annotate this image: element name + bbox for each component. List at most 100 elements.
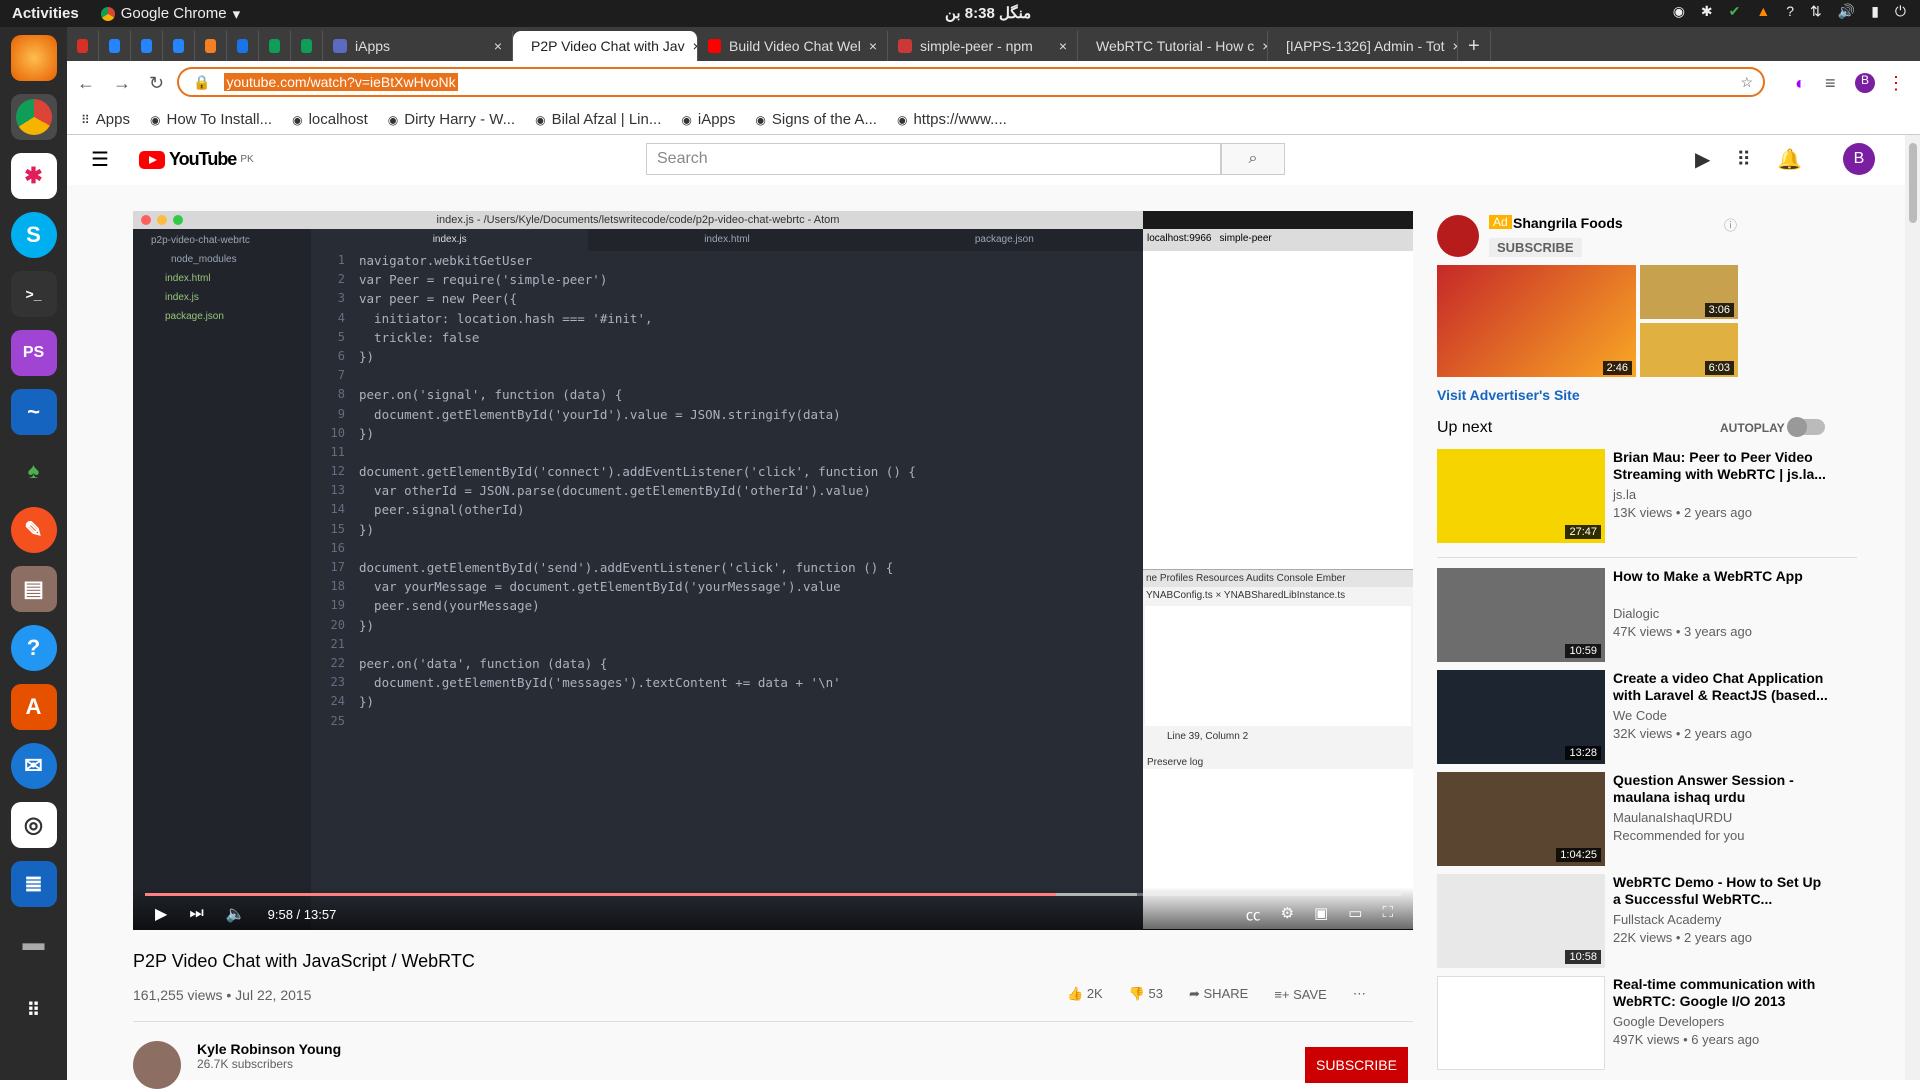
apps-grid-icon[interactable]: ⠿	[11, 987, 57, 1033]
share-button[interactable]: ➦ SHARE	[1189, 986, 1248, 1002]
tab-7[interactable]	[291, 31, 323, 61]
chrome-dock-icon[interactable]	[10, 94, 57, 140]
files-icon[interactable]: ▤	[10, 566, 57, 612]
next-icon[interactable]: ⏭	[189, 905, 203, 923]
visit-advertiser-link[interactable]: Visit Advertiser's Site	[1437, 387, 1580, 403]
channel-name[interactable]: Kyle Robinson Young	[197, 1041, 341, 1057]
rec-channel[interactable]: Dialogic	[1613, 606, 1833, 621]
activities-button[interactable]: Activities	[12, 5, 79, 22]
bookmark-item[interactable]: ◉ Signs of the A...	[755, 111, 877, 128]
hamburger-icon[interactable]: ☰	[91, 147, 109, 172]
ad-thumbnail-2[interactable]: 3:06	[1640, 265, 1738, 319]
rec-item[interactable]: 27:47 Brian Mau: Peer to Peer Video Strea…	[1437, 449, 1857, 551]
help-dock-icon[interactable]: ?	[10, 625, 57, 671]
settings-icon[interactable]: ⚙	[1281, 904, 1294, 925]
rec-thumbnail[interactable]: 13:28	[1437, 670, 1605, 764]
rec-channel[interactable]: js.la	[1613, 487, 1833, 502]
software-center-icon[interactable]: A	[10, 684, 57, 730]
play-icon[interactable]: ▶	[155, 904, 167, 924]
new-tab-icon[interactable]: +	[1458, 31, 1491, 61]
tab-6[interactable]	[259, 31, 291, 61]
rec-title[interactable]: WebRTC Demo - How to Set Up a Successful…	[1613, 874, 1828, 908]
search-button[interactable]: ⌕	[1221, 143, 1285, 175]
robomongo-icon[interactable]: ♠	[11, 448, 57, 494]
advertiser-logo[interactable]	[1437, 215, 1479, 257]
forward-icon[interactable]: →	[113, 73, 131, 94]
app-menu[interactable]: Google Chrome ▾	[100, 5, 240, 23]
url-text[interactable]: youtube.com/watch?v=ieBtXwHvoNk	[224, 73, 458, 91]
info-icon[interactable]: ⓘ	[1724, 215, 1737, 234]
close-icon[interactable]: ×	[494, 38, 502, 54]
avatar[interactable]: B	[1843, 143, 1875, 175]
rec-thumbnail[interactable]	[1437, 976, 1605, 1070]
tab-13[interactable]: [IAPPS-1326] Admin - Tot×	[1268, 31, 1458, 61]
vlc-icon[interactable]: ▲	[1756, 3, 1770, 20]
theater-icon[interactable]: ▭	[1348, 904, 1362, 925]
more-icon[interactable]: ⋯	[1353, 986, 1366, 1002]
subscribe-button[interactable]: SUBSCRIBE	[1305, 1047, 1408, 1083]
rec-item[interactable]: 10:58 WebRTC Demo - How to Set Up a Succe…	[1437, 874, 1857, 976]
tab-2[interactable]	[131, 31, 163, 61]
bell-icon[interactable]: 🔔	[1777, 147, 1802, 172]
tab-5[interactable]	[227, 31, 259, 61]
wireshark-icon[interactable]: ~	[10, 389, 57, 435]
check-icon[interactable]: ✔	[1729, 3, 1741, 20]
create-video-icon[interactable]: ▶	[1695, 147, 1710, 172]
rec-title[interactable]: Question Answer Session - maulana ishaq …	[1613, 772, 1828, 806]
rec-item[interactable]: 1:04:25 Question Answer Session - maulana…	[1437, 772, 1857, 874]
tab-3[interactable]	[163, 31, 195, 61]
star-icon[interactable]: ☆	[1740, 74, 1753, 91]
ad-subscribe-button[interactable]: SUBSCRIBE	[1489, 238, 1582, 257]
rec-thumbnail[interactable]: 10:59	[1437, 568, 1605, 662]
apps-icon[interactable]: ⠿	[1736, 147, 1751, 172]
save-button[interactable]: ≡+ SAVE	[1274, 987, 1327, 1002]
help-icon[interactable]: ?	[1786, 3, 1794, 20]
autoplay-toggle[interactable]	[1787, 417, 1825, 437]
slack-icon[interactable]: ✱	[10, 153, 57, 199]
advertiser-name[interactable]: Shangrila Foods	[1513, 215, 1623, 231]
rec-title[interactable]: Create a video Chat Application with Lar…	[1613, 670, 1828, 704]
reload-icon[interactable]: ↻	[149, 73, 164, 94]
battery-icon[interactable]: ▮	[1871, 3, 1879, 20]
scrollbar[interactable]	[1905, 135, 1920, 1080]
writer-icon[interactable]: ≣	[10, 861, 57, 907]
youtube-logo[interactable]: YouTube PK	[139, 149, 254, 170]
menu-icon[interactable]: ⋮	[1887, 73, 1905, 94]
media-router-icon[interactable]: ≡	[1825, 73, 1836, 94]
volume-icon[interactable]: 🔈	[226, 904, 246, 924]
extension-icon[interactable]: ◐	[1795, 73, 1806, 94]
volume-icon[interactable]: 🔊	[1838, 3, 1855, 20]
tab-8[interactable]: iApps ×	[323, 31, 513, 61]
skype-icon[interactable]: S	[10, 212, 57, 258]
tab-0[interactable]	[67, 31, 99, 61]
rec-thumbnail[interactable]: 10:58	[1437, 874, 1605, 968]
tab-12[interactable]: WebRTC Tutorial - How c×	[1078, 31, 1268, 61]
tab-9[interactable]: P2P Video Chat with Jav×	[513, 31, 698, 61]
bookmark-item[interactable]: ◉ How To Install...	[150, 111, 272, 128]
inkscape-icon[interactable]: ✎	[10, 507, 57, 553]
terminal-icon[interactable]: >_	[10, 271, 57, 317]
tab-11[interactable]: simple-peer - npm ×	[888, 31, 1078, 61]
like-button[interactable]: 👍 2K	[1067, 986, 1103, 1002]
trash-icon[interactable]: ▬	[11, 920, 57, 966]
firefox-icon[interactable]	[10, 35, 57, 81]
rec-thumbnail[interactable]: 27:47	[1437, 449, 1605, 543]
rec-channel[interactable]: Google Developers	[1613, 1014, 1833, 1029]
power-icon[interactable]: ⏻	[1895, 3, 1906, 20]
rec-item[interactable]: 13:28 Create a video Chat Application wit…	[1437, 670, 1857, 772]
tab-4[interactable]	[195, 31, 227, 61]
tab-1[interactable]	[99, 31, 131, 61]
network-icon[interactable]: ⇅	[1810, 3, 1822, 20]
ad-thumbnail-1[interactable]: 2:46	[1437, 265, 1636, 377]
bookmark-item[interactable]: ◉ https://www....	[897, 111, 1007, 128]
address-bar[interactable]: 🔒 youtube.com/watch?v=ieBtXwHvoNk ☆	[177, 67, 1765, 97]
obs-icon[interactable]: ◉	[1673, 3, 1685, 20]
fullscreen-icon[interactable]: ⛶	[1382, 904, 1393, 925]
bookmark-item[interactable]: ◉ localhost	[292, 111, 368, 128]
rec-channel[interactable]: We Code	[1613, 708, 1833, 723]
rec-title[interactable]: Brian Mau: Peer to Peer Video Streaming …	[1613, 449, 1828, 483]
dislike-button[interactable]: 👎 53	[1129, 986, 1163, 1002]
rec-title[interactable]: Real-time communication with WebRTC: Goo…	[1613, 976, 1828, 1010]
ad-thumbnail-3[interactable]: 6:03	[1640, 323, 1738, 377]
clock[interactable]: منگل 8:38 بن	[945, 4, 1031, 22]
